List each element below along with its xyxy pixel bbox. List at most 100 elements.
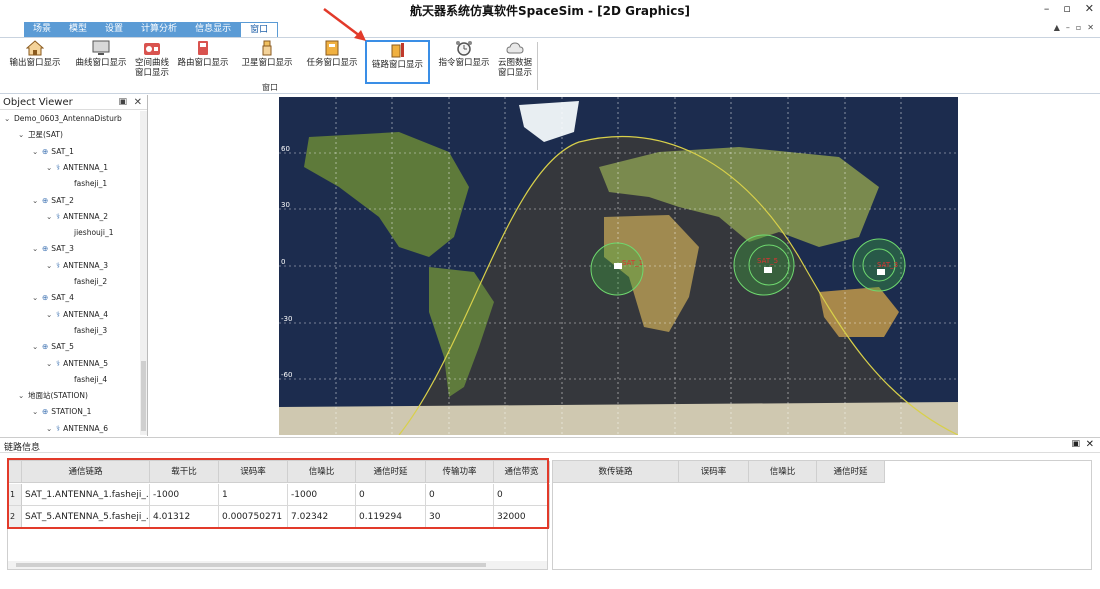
tree-item[interactable]: ⌄ ⊕ SAT_2 bbox=[32, 193, 74, 208]
mdi-close-button[interactable]: ✕ bbox=[1087, 23, 1094, 32]
antenna-icon: ⚕ bbox=[56, 211, 61, 221]
chevron-down-icon[interactable]: ⌄ bbox=[46, 356, 56, 371]
tree-item[interactable]: ⌄ ⊕ SAT_1 bbox=[32, 144, 74, 159]
lat-label-m30: -30 bbox=[281, 315, 292, 323]
chevron-down-icon[interactable]: ⌄ bbox=[32, 290, 42, 305]
tree-scrollbar[interactable] bbox=[140, 111, 147, 435]
tree-item[interactable]: ⌄ ⚕ ANTENNA_4 bbox=[46, 307, 108, 322]
world-map[interactable]: 60 30 0 -30 -60 SAT_1 SAT_5 SAT_3 bbox=[279, 97, 958, 435]
collapse-ribbon-icon[interactable]: ▲ bbox=[1054, 23, 1060, 32]
tab-window[interactable]: 窗口 bbox=[240, 22, 279, 37]
tab-model[interactable]: 模型 bbox=[60, 22, 96, 37]
window-title: 航天器系统仿真软件SpaceSim - [2D Graphics] bbox=[409, 4, 690, 18]
chevron-down-icon[interactable]: ⌄ bbox=[46, 209, 56, 224]
link-window-button[interactable]: 链路窗口显示 bbox=[365, 40, 430, 84]
tree-item-label: Demo_0603_AntennaDisturb bbox=[14, 114, 122, 123]
chevron-down-icon[interactable]: ⌄ bbox=[4, 111, 14, 126]
mdi-minimize-button[interactable]: – bbox=[1066, 23, 1070, 32]
task-window-button[interactable]: 任务窗口显示 bbox=[303, 40, 361, 84]
sat-label-3: SAT_3 bbox=[877, 261, 898, 269]
chevron-down-icon[interactable]: ⌄ bbox=[46, 160, 56, 175]
tab-settings[interactable]: 设置 bbox=[96, 22, 132, 37]
tree-item-label: jieshouji_1 bbox=[74, 228, 114, 238]
close-button[interactable]: ✕ bbox=[1085, 2, 1094, 15]
object-tree: ⌄ Demo_0603_AntennaDisturb ⌄ 卫星(SAT) ⌄ ⊕ SAT_1… bbox=[0, 111, 140, 435]
chevron-down-icon[interactable]: ⌄ bbox=[46, 421, 56, 435]
tree-item-label: fasheji_4 bbox=[74, 374, 108, 384]
tree-item[interactable]: ⌄ ⊕ STATION_1 bbox=[32, 404, 91, 419]
tree-item[interactable]: fasheji_2 bbox=[74, 274, 107, 289]
tree-item-label: 卫星(SAT) bbox=[28, 130, 63, 140]
command-window-button[interactable]: 指令窗口显示 bbox=[436, 40, 492, 84]
map-view: 60 30 0 -30 -60 SAT_1 SAT_5 SAT_3 bbox=[149, 95, 1100, 436]
antenna-icon: ⚕ bbox=[56, 309, 61, 319]
tree-item-label: SAT_4 bbox=[51, 293, 74, 303]
restore-button[interactable]: ▫ bbox=[1063, 2, 1070, 15]
tree-item-label: fasheji_3 bbox=[74, 325, 108, 335]
curve-window-button[interactable]: 曲线窗口显示 bbox=[70, 40, 132, 84]
chevron-down-icon[interactable]: ⌄ bbox=[32, 339, 42, 354]
output-window-button[interactable]: 输出窗口显示 bbox=[4, 40, 66, 84]
satellite-window-button[interactable]: 卫星窗口显示 bbox=[238, 40, 296, 84]
column-header[interactable]: 数传链路 bbox=[553, 461, 679, 483]
satellite-icon: ⊕ bbox=[42, 407, 49, 417]
close-panel-icon[interactable]: ✕ bbox=[1086, 439, 1094, 450]
annotation-arrow-icon bbox=[323, 8, 366, 41]
column-header[interactable]: 信噪比 bbox=[749, 461, 817, 483]
chevron-down-icon[interactable]: ⌄ bbox=[32, 144, 42, 159]
chevron-down-icon[interactable]: ⌄ bbox=[46, 258, 56, 273]
link-info-title: 链路信息 bbox=[4, 443, 41, 453]
tree-item-label: ANTENNA_2 bbox=[63, 211, 108, 221]
tree-item[interactable]: ⌄ ⊕ SAT_5 bbox=[32, 339, 74, 354]
radio-icon bbox=[144, 43, 160, 55]
tree-item[interactable]: ⌄ ⚕ ANTENNA_5 bbox=[46, 356, 108, 371]
tree-item[interactable]: ⌄ ⚕ ANTENNA_2 bbox=[46, 209, 108, 224]
mdi-restore-button[interactable]: ▫ bbox=[1076, 23, 1081, 32]
column-header[interactable]: 通信时延 bbox=[817, 461, 885, 483]
tree-item[interactable]: ⌄ ⚕ ANTENNA_6 bbox=[46, 421, 108, 435]
tab-analysis[interactable]: 计算分析 bbox=[132, 22, 186, 37]
highlight-box bbox=[7, 458, 549, 529]
satellite-icon bbox=[877, 269, 885, 275]
space-curve-window-button[interactable]: 空间曲线 窗口显示 bbox=[130, 40, 174, 84]
tree-item[interactable]: ⌄ 地面站(STATION) bbox=[18, 388, 88, 403]
tree-item[interactable]: ⌄ ⊕ SAT_4 bbox=[32, 290, 74, 305]
pin-icon[interactable]: ▣ bbox=[118, 95, 127, 110]
pin-icon[interactable]: ▣ bbox=[1071, 439, 1080, 449]
tree-item[interactable]: jieshouji_1 bbox=[74, 225, 113, 240]
tree-item[interactable]: fasheji_4 bbox=[74, 372, 107, 387]
satellite-icon: ⊕ bbox=[42, 146, 49, 156]
route-window-button[interactable]: 路由窗口显示 bbox=[175, 40, 231, 84]
minimize-button[interactable]: – bbox=[1044, 2, 1050, 15]
tree-item[interactable]: ⌄ ⚕ ANTENNA_1 bbox=[46, 160, 108, 175]
column-header[interactable]: 误码率 bbox=[679, 461, 749, 483]
close-panel-icon[interactable]: ✕ bbox=[134, 95, 142, 110]
tree-item[interactable]: ⌄ 卫星(SAT) bbox=[18, 127, 63, 142]
tab-info-display[interactable]: 信息显示 bbox=[186, 22, 240, 37]
sat-label-5: SAT_5 bbox=[757, 257, 778, 265]
tree-item[interactable]: ⌄ Demo_0603_AntennaDisturb bbox=[4, 111, 122, 126]
chevron-down-icon[interactable]: ⌄ bbox=[32, 241, 42, 256]
tree-item[interactable]: fasheji_3 bbox=[74, 323, 107, 338]
antenna-icon: ⚕ bbox=[56, 260, 61, 270]
cloud-data-window-button[interactable]: 云图数据 窗口显示 bbox=[495, 40, 535, 84]
tree-item[interactable]: ⌄ ⊕ SAT_3 bbox=[32, 241, 74, 256]
tree-item-label: SAT_2 bbox=[51, 195, 74, 205]
chevron-down-icon[interactable]: ⌄ bbox=[32, 193, 42, 208]
chevron-down-icon[interactable]: ⌄ bbox=[46, 307, 56, 322]
tree-item-label: 地面站(STATION) bbox=[28, 391, 88, 401]
satellite-icon: ⊕ bbox=[42, 244, 49, 254]
ribbon-group-label: 窗口 bbox=[262, 83, 278, 92]
menu-tabbar: 场景 模型 设置 计算分析 信息显示 窗口 ▲ – ▫ ✕ bbox=[0, 20, 1100, 37]
home-icon bbox=[26, 40, 44, 56]
tree-item-label: fasheji_2 bbox=[74, 277, 108, 286]
tree-item[interactable]: fasheji_1 bbox=[74, 176, 107, 191]
satellite-icon bbox=[614, 263, 622, 269]
chevron-down-icon[interactable]: ⌄ bbox=[18, 388, 28, 403]
data-link-table: 数传链路 误码率 信噪比 通信时延 bbox=[552, 460, 1092, 570]
chevron-down-icon[interactable]: ⌄ bbox=[32, 404, 42, 419]
tree-item[interactable]: ⌄ ⚕ ANTENNA_3 bbox=[46, 258, 108, 273]
chevron-down-icon[interactable]: ⌄ bbox=[18, 127, 28, 142]
table-hscrollbar[interactable] bbox=[8, 561, 547, 569]
tab-scene[interactable]: 场景 bbox=[24, 22, 60, 37]
